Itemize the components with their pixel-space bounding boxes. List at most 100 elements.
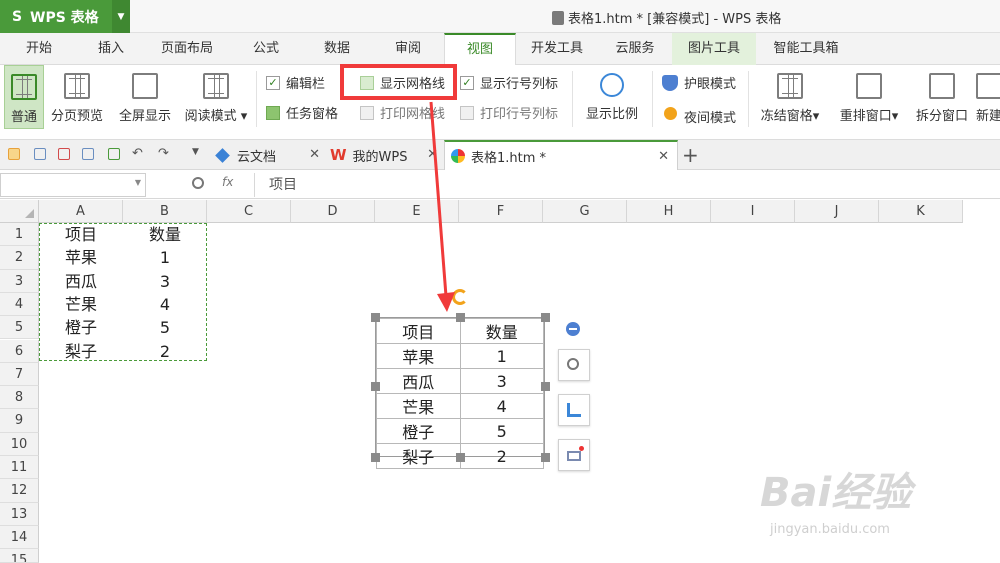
tab-data[interactable]: 数据 (302, 33, 372, 65)
tab-page-layout[interactable]: 页面布局 (144, 33, 230, 65)
column-header[interactable]: J (795, 200, 879, 223)
chevron-down-icon[interactable]: ▼ (192, 147, 199, 157)
tab-picture-tools[interactable]: 图片工具 (672, 33, 756, 65)
column-header[interactable]: B (123, 200, 207, 223)
open-folder-icon[interactable] (8, 148, 20, 160)
column-header[interactable]: A (39, 200, 123, 223)
freeze-panes-button[interactable]: 冻结窗格▾ (754, 65, 826, 129)
tab-start[interactable]: 开始 (0, 33, 78, 65)
eye-protect-button[interactable]: 护眼模式 (684, 73, 736, 92)
row-header[interactable]: 7 (0, 362, 39, 387)
print-preview-icon[interactable] (108, 148, 120, 160)
fullscreen-label: 全屏显示 (118, 109, 171, 124)
app-menu-button[interactable]: S WPS 表格 ▼ (0, 0, 130, 33)
reading-mode-button[interactable]: 阅读模式 ▾ (180, 65, 252, 129)
tab-my-wps[interactable]: W 我的WPS ✕ (330, 140, 440, 170)
column-header[interactable]: K (879, 200, 963, 223)
zoom-lens-icon[interactable] (192, 177, 204, 189)
print-gridlines-checkbox[interactable]: 打印网格线 (360, 103, 445, 122)
new-window-label: 新建 (976, 109, 1000, 124)
resize-handle[interactable] (456, 313, 465, 322)
name-box[interactable]: ▼ (0, 173, 146, 197)
close-icon[interactable]: ✕ (427, 147, 438, 162)
split-window-button[interactable]: 拆分窗口 (910, 65, 974, 129)
show-row-col-headers-label: 显示行号列标 (480, 77, 559, 92)
row-header[interactable]: 6 (0, 339, 39, 363)
row-header[interactable]: 4 (0, 292, 39, 317)
edit-bar-checkbox[interactable]: ✓ 编辑栏 (266, 73, 325, 92)
save-icon[interactable] (34, 148, 46, 160)
resize-handle[interactable] (541, 382, 550, 391)
resize-handle[interactable] (371, 453, 380, 462)
night-mode-button[interactable]: 夜间模式 (684, 107, 736, 126)
tab-view[interactable]: 视图 (444, 33, 516, 66)
tab-formula[interactable]: 公式 (230, 33, 302, 65)
row-header[interactable]: 9 (0, 409, 39, 433)
new-window-button[interactable]: 新建 (976, 65, 1000, 129)
column-header[interactable]: C (207, 200, 291, 223)
column-header[interactable]: I (711, 200, 795, 223)
tab-developer[interactable]: 开发工具 (516, 33, 598, 65)
formula-bar: ▼ fx 项目 (0, 171, 1000, 199)
column-header[interactable]: E (375, 200, 459, 223)
row-header[interactable]: 13 (0, 502, 39, 526)
tab-workbook[interactable]: 表格1.htm * ✕ (444, 140, 678, 170)
new-tab-icon[interactable]: + (682, 143, 699, 167)
column-header[interactable]: G (543, 200, 627, 223)
redo-icon[interactable]: ↷ (158, 146, 169, 161)
row-header[interactable]: 15 (0, 549, 39, 563)
normal-view-icon (11, 74, 37, 100)
fullscreen-button[interactable]: 全屏显示 (114, 65, 176, 129)
normal-view-button[interactable]: 普通 (4, 65, 44, 129)
print-icon[interactable] (82, 148, 94, 160)
print-gridlines-box (360, 105, 374, 120)
tab-cloud-docs[interactable]: 云文档 ✕ (215, 140, 326, 170)
task-pane-box (266, 105, 280, 120)
resize-handle[interactable] (371, 313, 380, 322)
row-header[interactable]: 3 (0, 269, 39, 293)
tab-insert[interactable]: 插入 (78, 33, 144, 65)
show-row-col-headers-checkbox[interactable]: ✓ 显示行号列标 (460, 73, 558, 92)
tab-cloud[interactable]: 云服务 (598, 33, 672, 65)
rearrange-window-button[interactable]: 重排窗口▾ (832, 65, 906, 129)
row-header[interactable]: 1 (0, 223, 39, 247)
row-header[interactable]: 10 (0, 432, 39, 456)
row-header[interactable]: 5 (0, 316, 39, 340)
collapse-icon[interactable] (566, 322, 580, 336)
zoom-picture-button[interactable] (558, 349, 590, 381)
resize-handle[interactable] (371, 382, 380, 391)
formula-input[interactable]: 项目 (254, 173, 1000, 197)
tab-review[interactable]: 审阅 (372, 33, 444, 65)
tab-smart-toolbox[interactable]: 智能工具箱 (756, 33, 856, 65)
column-header[interactable]: H (627, 200, 711, 223)
workbook-icon (451, 149, 465, 163)
task-pane-checkbox[interactable]: 任务窗格 (266, 103, 338, 122)
row-header[interactable]: 8 (0, 386, 39, 410)
resize-handle[interactable] (541, 453, 550, 462)
close-icon[interactable]: ✕ (658, 149, 669, 164)
resize-handle[interactable] (456, 453, 465, 462)
picture-cell: 橙子 (376, 418, 461, 444)
row-header[interactable]: 14 (0, 525, 39, 550)
undo-icon[interactable]: ↶ (132, 146, 143, 161)
picture-frame-button[interactable] (558, 439, 590, 471)
chevron-down-icon[interactable]: ▼ (112, 0, 130, 33)
select-all-corner[interactable] (0, 200, 39, 223)
row-header[interactable]: 11 (0, 456, 39, 480)
resize-handle[interactable] (541, 313, 550, 322)
page-preview-button[interactable]: 分页预览 (46, 65, 108, 129)
close-icon[interactable]: ✕ (309, 147, 320, 162)
row-header[interactable]: 2 (0, 246, 39, 270)
table-picture[interactable]: 项目 数量 苹果 1 西瓜 3 芒果 4 橙子 5 梨子 2 (375, 317, 545, 469)
rotate-handle-icon[interactable] (452, 289, 468, 305)
column-header[interactable]: D (291, 200, 375, 223)
fx-label[interactable]: fx (222, 175, 233, 189)
new-window-icon (976, 73, 1000, 99)
print-row-col-headers-checkbox[interactable]: 打印行号列标 (460, 103, 558, 122)
export-pdf-icon[interactable] (58, 148, 70, 160)
row-header[interactable]: 12 (0, 479, 39, 503)
zoom-button[interactable]: 显示比例 (580, 65, 644, 129)
chevron-down-icon[interactable]: ▼ (135, 178, 141, 187)
column-header[interactable]: F (459, 200, 543, 223)
crop-button[interactable] (558, 394, 590, 426)
